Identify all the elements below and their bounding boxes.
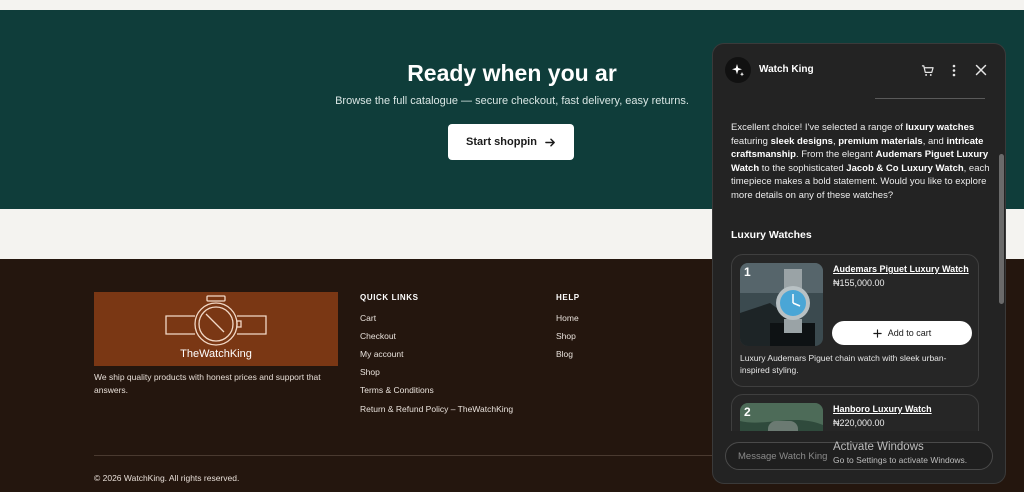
add-to-cart-button[interactable]: Add to cart	[832, 321, 972, 345]
watch-photo	[740, 263, 823, 346]
bot-avatar	[725, 57, 751, 83]
product-rank: 1	[744, 265, 751, 279]
chat-close-button[interactable]	[973, 62, 989, 78]
footer-link-blog[interactable]: Blog	[556, 349, 573, 359]
close-icon	[975, 64, 987, 76]
message-bold: premium materials	[838, 135, 923, 147]
arrow-right-icon	[545, 138, 555, 146]
product-description: Luxury Audemars Piguet chain watch with …	[740, 353, 947, 375]
start-shopping-label: Start shoppin	[466, 136, 537, 148]
watch-logo-icon	[165, 295, 267, 346]
message-text: Excellent choice! I've selected a range …	[731, 122, 906, 133]
product-card: 2 Hanboro Luxury Watch ₦220,000.00	[731, 394, 979, 431]
message-text: , and	[922, 135, 947, 147]
chat-bot-name: Watch King	[759, 64, 814, 75]
footer-link-cart[interactable]: Cart	[360, 313, 376, 323]
product-title-link[interactable]: Hanboro Luxury Watch	[833, 404, 932, 414]
plus-icon	[873, 328, 882, 338]
message-bold: Jacob & Co Luxury Watch	[846, 162, 964, 174]
chat-cart-button[interactable]	[919, 62, 935, 78]
add-to-cart-label: Add to cart	[887, 328, 932, 338]
watermark-subtitle: Go to Settings to activate Windows.	[833, 455, 968, 465]
footer-link-my-account[interactable]: My account	[360, 349, 403, 359]
footer-link-refund-policy[interactable]: Return & Refund Policy – TheWatchKing	[360, 404, 513, 414]
footer-logo[interactable]: TheWatchKing	[94, 292, 338, 366]
product-title-link[interactable]: Audemars Piguet Luxury Watch	[833, 264, 969, 274]
footer-link-home[interactable]: Home	[556, 313, 579, 323]
chat-messages[interactable]: Excellent choice! I've selected a range …	[713, 96, 1005, 431]
help-heading: HELP	[556, 293, 580, 302]
windows-activation-watermark: Activate Windows Go to Settings to activ…	[833, 441, 967, 465]
sparkle-icon	[732, 64, 744, 77]
message-bold: sleek designs	[770, 135, 833, 147]
chat-more-button[interactable]	[946, 62, 962, 78]
footer-link-checkout[interactable]: Checkout	[360, 331, 396, 341]
footer-tagline: We ship quality products with honest pri…	[94, 372, 321, 395]
chat-header: Watch King	[713, 44, 1005, 96]
footer-link-shop[interactable]: Shop	[360, 367, 380, 377]
product-price: ₦220,000.00	[833, 418, 885, 428]
product-section-title: Luxury Watches	[731, 229, 812, 241]
product-rank: 2	[744, 405, 751, 419]
start-shopping-button[interactable]: Start shoppin	[448, 124, 574, 160]
message-text: to the sophisticated	[759, 162, 847, 174]
product-price: ₦155,000.00	[833, 278, 885, 288]
product-image[interactable]	[740, 263, 823, 346]
product-card: 1 Audemars Piguet Luxury Watch ₦155,000.…	[731, 254, 979, 387]
chat-scrollbar-thumb[interactable]	[999, 154, 1004, 304]
message-text: featuring	[731, 135, 771, 147]
top-strip	[0, 0, 1024, 10]
message-divider	[875, 98, 985, 99]
footer-copyright: © 2026 WatchKing. All rights reserved.	[94, 473, 240, 483]
message-text: . From the elegant	[795, 149, 876, 160]
watermark-title: Activate Windows	[833, 441, 924, 453]
quick-links-heading: QUICK LINKS	[360, 293, 419, 302]
bot-message: Excellent choice! I've selected a range …	[731, 121, 993, 202]
cart-icon	[921, 64, 934, 76]
chat-widget: Watch King Excellent choice! I've select…	[712, 43, 1006, 484]
product-image[interactable]	[740, 403, 823, 431]
footer-logo-text: TheWatchKing	[180, 348, 252, 360]
footer-link-help-shop[interactable]: Shop	[556, 331, 576, 341]
message-bold: luxury watches	[905, 122, 975, 133]
watch-photo	[740, 403, 823, 431]
more-vertical-icon	[952, 64, 956, 76]
footer-link-terms[interactable]: Terms & Conditions	[360, 385, 434, 395]
